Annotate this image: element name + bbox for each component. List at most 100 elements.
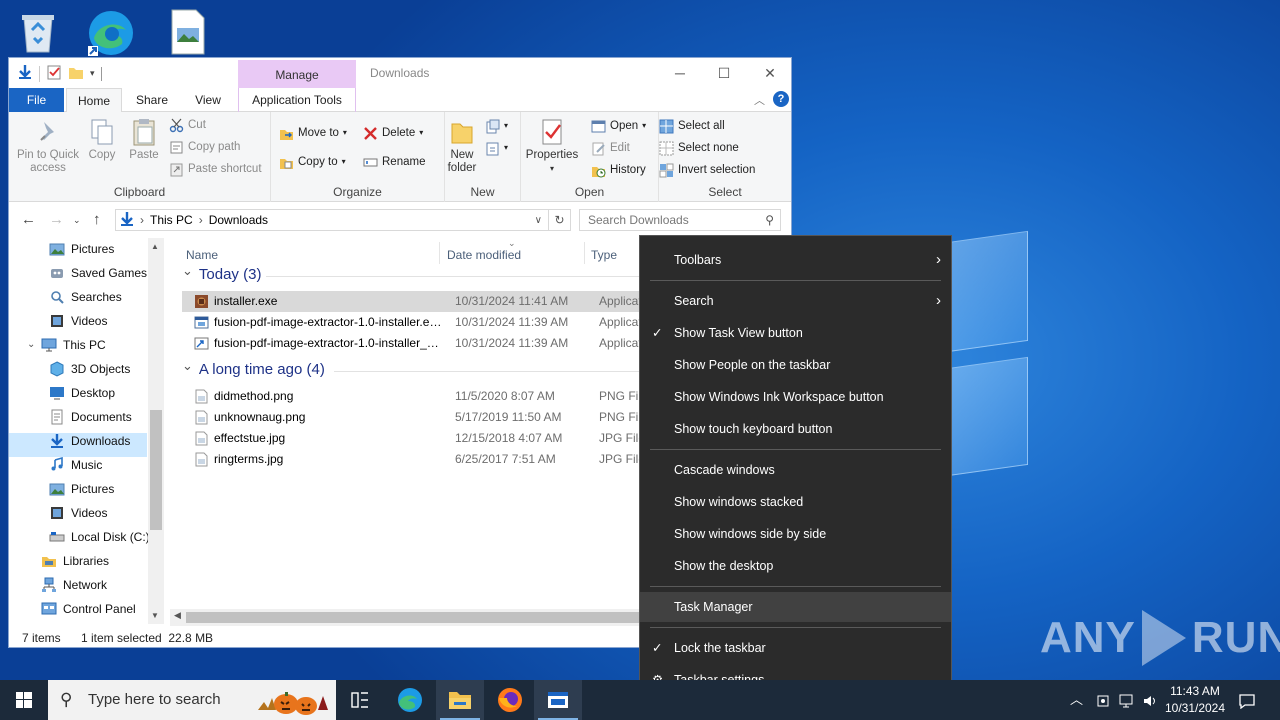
nav-item-network[interactable]: Network (41, 574, 107, 596)
nav-item-pictures[interactable]: Pictures (49, 238, 114, 260)
menu-item-toolbars[interactable]: Toolbars › (640, 245, 951, 275)
menu-item-show-the-desktop[interactable]: Show the desktop (640, 551, 951, 581)
show-hidden-icons-chevron[interactable]: ︿ (1070, 680, 1083, 720)
copy-to-button[interactable]: Copy to ▾ (279, 152, 346, 172)
edit-button[interactable]: Edit (591, 138, 630, 158)
tab-file[interactable]: File (9, 88, 64, 112)
refresh-icon[interactable]: ↻ (549, 209, 571, 231)
taskbar-clock[interactable]: 11:43 AM 10/31/2024 (1158, 683, 1232, 717)
nav-item-documents[interactable]: Documents (49, 406, 132, 428)
minimize-button[interactable]: ─ (665, 63, 695, 83)
menu-item-show-people-on-the-taskbar[interactable]: Show People on the taskbar (640, 350, 951, 380)
column-name[interactable]: Name (186, 248, 218, 262)
menu-item-show-windows-stacked[interactable]: Show windows stacked (640, 487, 951, 517)
scroll-left-icon[interactable]: ◀ (174, 610, 181, 621)
menu-item-search[interactable]: Search › (640, 286, 951, 316)
pin-to-quick-access-button[interactable]: Pin to Quick access (13, 118, 83, 175)
copy-button[interactable]: Copy (85, 118, 119, 162)
group-header[interactable]: ⌄ Today (3) (182, 263, 261, 284)
paste-shortcut-button[interactable]: Paste shortcut (169, 159, 262, 179)
nav-scrollbar[interactable]: ▲ ▼ (148, 238, 164, 624)
column-type[interactable]: Type (591, 248, 617, 262)
nav-item-local-disk-c[interactable]: Local Disk (C:) (49, 526, 150, 548)
history-button[interactable]: History (591, 160, 646, 180)
image-file-desktop-icon[interactable] (164, 8, 212, 56)
forward-arrow-icon[interactable]: → (49, 211, 64, 228)
maximize-button[interactable]: ☐ (709, 63, 739, 83)
qat-dropdown-icon[interactable]: ▾ (90, 68, 95, 79)
volume-tray-icon[interactable] (1142, 680, 1158, 720)
start-button[interactable] (0, 680, 48, 720)
nav-item-videos[interactable]: Videos (49, 310, 107, 332)
taskbar-active-window-button[interactable] (534, 680, 582, 720)
back-arrow-icon[interactable]: ← (21, 211, 36, 228)
delete-button[interactable]: Delete ▾ (363, 123, 423, 143)
group-header[interactable]: ⌄ A long time ago (4) (182, 358, 325, 379)
new-folder-qat-icon[interactable] (68, 64, 84, 83)
menu-item-show-windows-ink-workspace-button[interactable]: Show Windows Ink Workspace button (640, 382, 951, 412)
close-button[interactable]: ✕ (755, 63, 785, 83)
edge-desktop-icon[interactable] (86, 8, 134, 56)
help-icon[interactable]: ? (773, 91, 789, 107)
menu-item-show-task-view-button[interactable]: ✓ Show Task View button (640, 318, 951, 348)
group-collapse-chevron-icon[interactable]: ⌄ (182, 358, 193, 374)
nav-item-videos[interactable]: Videos (49, 502, 107, 524)
tab-home[interactable]: Home (66, 88, 122, 112)
cut-button[interactable]: Cut (169, 115, 206, 135)
collapse-ribbon-icon[interactable]: ︿ (754, 92, 765, 108)
menu-item-lock-the-taskbar[interactable]: ✓ Lock the taskbar (640, 633, 951, 663)
taskbar-file-explorer-button[interactable] (436, 680, 484, 720)
network-tray-icon[interactable] (1118, 680, 1136, 720)
tray-device-icon[interactable] (1095, 680, 1111, 720)
task-view-button[interactable] (336, 680, 384, 720)
horizontal-scroll-thumb[interactable] (186, 612, 642, 623)
horizontal-scrollbar[interactable]: ◀ (170, 609, 648, 626)
select-all-button[interactable]: Select all (659, 116, 725, 136)
breadcrumb-this-pc[interactable]: This PC (150, 213, 193, 227)
copy-path-button[interactable]: Copy path (169, 137, 240, 157)
nav-item-libraries[interactable]: Libraries (41, 550, 109, 572)
tab-application-tools[interactable]: Application Tools (238, 88, 356, 112)
properties-button[interactable]: Properties ▾ (525, 118, 579, 175)
menu-item-show-windows-side-by-side[interactable]: Show windows side by side (640, 519, 951, 549)
nav-item-downloads[interactable]: Downloads (49, 430, 130, 452)
invert-selection-button[interactable]: Invert selection (659, 160, 755, 180)
select-none-button[interactable]: Select none (659, 138, 739, 158)
breadcrumb-downloads[interactable]: Downloads (209, 213, 268, 227)
taskbar-firefox-button[interactable] (486, 680, 534, 720)
nav-item-music[interactable]: Music (49, 454, 102, 476)
paste-button[interactable]: Paste (125, 118, 163, 162)
nav-scroll-thumb[interactable] (150, 410, 162, 530)
menu-item-show-touch-keyboard-button[interactable]: Show touch keyboard button (640, 414, 951, 444)
open-button[interactable]: Open ▾ (591, 116, 646, 136)
taskbar-edge-button[interactable] (386, 680, 434, 720)
column-date-modified[interactable]: Date modified (447, 248, 521, 262)
rename-button[interactable]: Rename (363, 152, 425, 172)
menu-item-cascade-windows[interactable]: Cascade windows (640, 455, 951, 485)
nav-item-control-panel[interactable]: Control Panel (41, 598, 136, 620)
tab-share[interactable]: Share (129, 88, 175, 112)
new-folder-button[interactable]: New folder (447, 118, 477, 175)
search-input[interactable]: Search Downloads ⚲ (579, 209, 781, 231)
menu-item-task-manager[interactable]: Task Manager (640, 592, 951, 622)
group-collapse-chevron-icon[interactable]: ⌄ (182, 263, 193, 279)
recycle-bin-icon[interactable] (14, 8, 62, 56)
properties-qat-icon[interactable] (46, 64, 62, 83)
move-to-button[interactable]: Move to ▾ (279, 123, 347, 143)
scroll-down-icon[interactable]: ▼ (151, 611, 159, 620)
notifications-button[interactable] (1238, 680, 1256, 720)
tab-view[interactable]: View (185, 88, 231, 112)
down-arrow-icon[interactable] (17, 64, 33, 83)
address-bar[interactable]: › This PC › Downloads ∨ (115, 209, 549, 231)
scroll-up-icon[interactable]: ▲ (151, 242, 159, 251)
nav-item-pictures[interactable]: Pictures (49, 478, 114, 500)
nav-item-3d-objects[interactable]: 3D Objects (49, 358, 130, 380)
this-pc-expand-chevron-icon[interactable]: ⌄ (27, 334, 35, 356)
nav-item-searches[interactable]: Searches (49, 286, 122, 308)
nav-item-desktop[interactable]: Desktop (49, 382, 115, 404)
taskbar-search-box[interactable]: ⚲ Type here to search (48, 680, 336, 720)
recent-locations-chevron-icon[interactable]: ⌄ (73, 215, 81, 226)
up-arrow-icon[interactable]: ↑ (93, 211, 101, 228)
new-item-button[interactable]: ▾ (485, 116, 508, 136)
easy-access-button[interactable]: ▾ (485, 138, 508, 158)
